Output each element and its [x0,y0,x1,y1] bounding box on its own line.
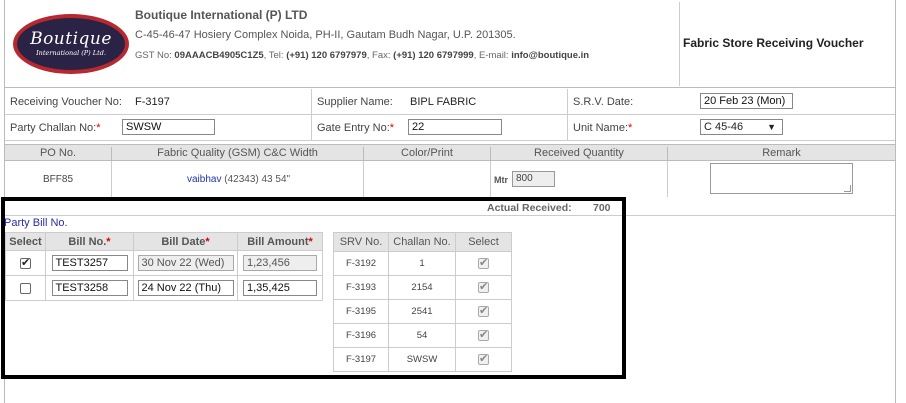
gate-entry-input[interactable] [408,119,502,135]
col-po: PO No. [39,147,77,159]
remark-textarea[interactable] [710,163,853,194]
quality-link[interactable]: vaibhav [187,174,221,185]
company-contact: GST No: 09AAACB4905C1Z5, Tel: (+91) 120 … [135,50,590,61]
info-row-1: Receiving Voucher No: F-3197 Supplier Na… [5,89,895,115]
chevron-down-icon: ▼ [767,122,776,132]
party-challan-label: Party Challan No:* [10,122,101,134]
fabric-grid-row: BFF85 vaibhav (42343) 43 54" Mtr 800 [5,161,895,197]
unit-select[interactable]: C 45-46 ▼ [700,119,783,135]
supplier-label: Supplier Name: [317,96,393,108]
highlight-box [1,197,626,379]
unit-label: Unit Name:* [573,122,633,134]
info-row-2: Party Challan No:* Gate Entry No:* Unit … [5,115,895,141]
po-no: BFF85 [43,174,74,185]
company-logo: Boutique International (P) Ltd. [13,14,129,74]
qty-unit: Mtr [494,175,508,185]
rv-label: Receiving Voucher No: [10,96,122,108]
company-address: C-45-46-47 Hosiery Complex Noida, PH-II,… [135,29,516,41]
company-name: Boutique International (P) LTD [135,8,308,22]
supplier-value: BIPL FABRIC [410,96,477,108]
srv-date-label: S.R.V. Date: [573,96,634,108]
col-quality: Fabric Quality (GSM) C&C Width [157,147,318,159]
srv-date-input[interactable] [700,93,793,109]
party-challan-input[interactable] [122,119,215,135]
received-qty-input[interactable]: 800 [512,171,555,187]
page-title: Fabric Store Receiving Voucher [683,36,864,50]
gate-entry-label: Gate Entry No:* [317,122,395,134]
rv-value: F-3197 [135,96,170,108]
col-color: Color/Print [401,147,453,159]
col-received-qty: Received Quantity [534,147,624,159]
fabric-quality: vaibhav (42343) 43 54" [187,174,291,185]
col-remark: Remark [762,147,801,159]
fabric-grid-header: PO No. Fabric Quality (GSM) C&C Width Co… [5,144,895,162]
voucher-header: Boutique International (P) Ltd. Boutique… [5,0,895,88]
